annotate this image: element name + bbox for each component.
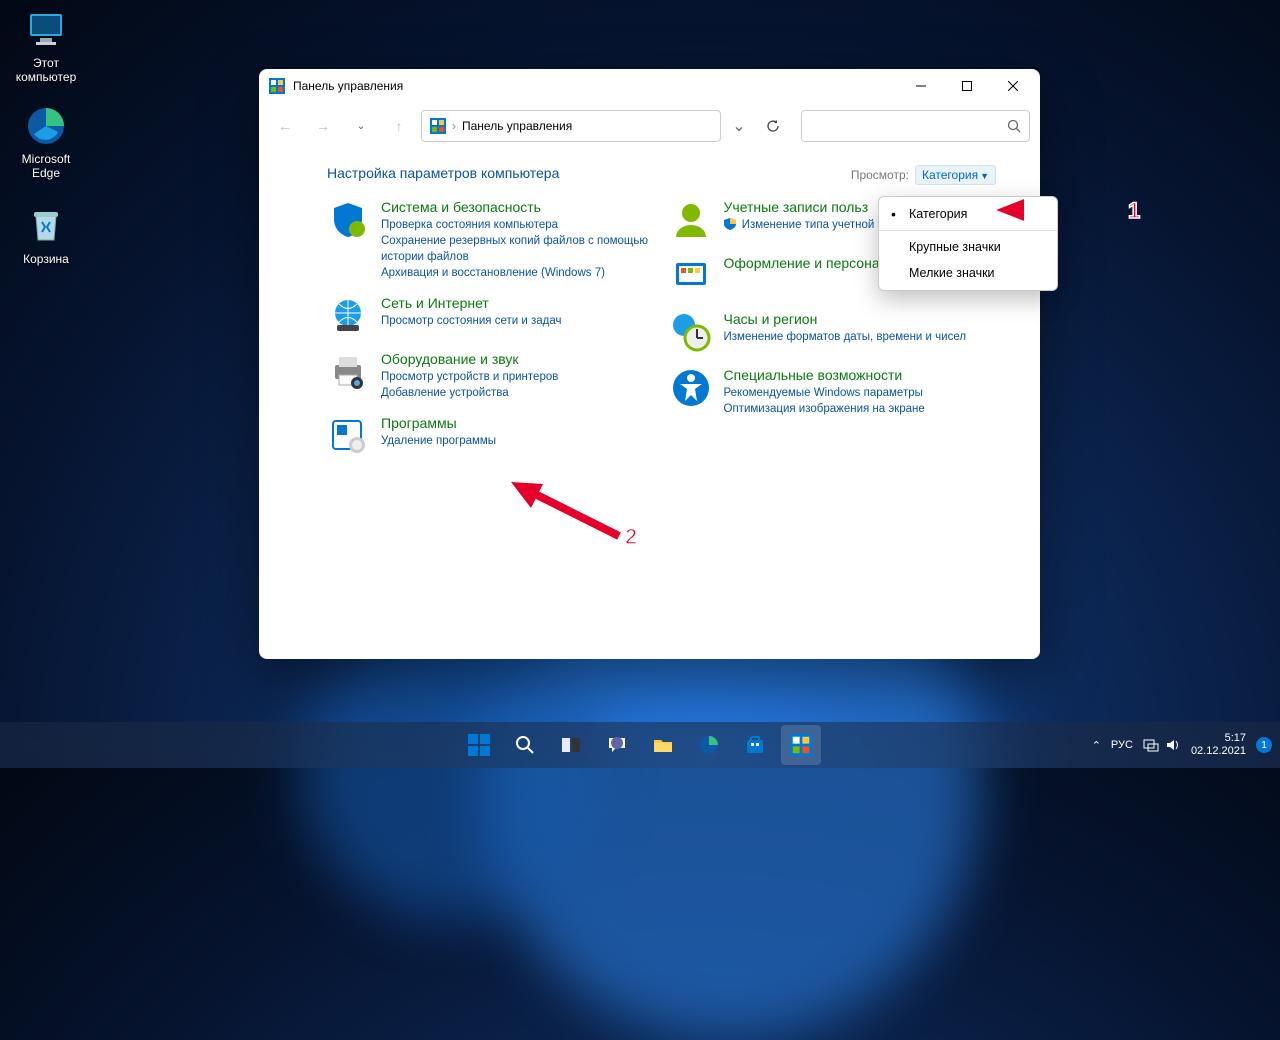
- desktop-icon-label: Microsoft Edge: [8, 152, 84, 180]
- taskbar-control-panel-button[interactable]: [781, 725, 821, 765]
- control-panel-window: Панель управления ← → ⌄ ↑ › Панель управ…: [259, 69, 1040, 659]
- control-panel-icon: [430, 118, 446, 134]
- network-icon: [1143, 737, 1159, 753]
- toolbar: ← → ⌄ ↑ › Панель управления ⌄: [259, 103, 1040, 149]
- annotation-badge-2: 2: [625, 524, 637, 550]
- category-title[interactable]: Сеть и Интернет: [381, 295, 561, 311]
- taskbar-search-button[interactable]: [505, 725, 545, 765]
- category-clock-region: Часы и регион Изменение форматов даты, в…: [670, 311, 993, 353]
- refresh-button[interactable]: [757, 110, 789, 142]
- clock-time: 5:17: [1191, 732, 1246, 745]
- view-dropdown-menu: Категория Крупные значки Мелкие значки: [878, 196, 1058, 291]
- category-link[interactable]: Архивация и восстановление (Windows 7): [381, 265, 650, 281]
- titlebar: Панель управления: [259, 69, 1040, 103]
- close-button[interactable]: [990, 70, 1036, 102]
- system-tray-network-sound[interactable]: [1143, 737, 1181, 753]
- category-link[interactable]: Добавление устройства: [381, 385, 558, 401]
- category-link[interactable]: Сохранение резервных копий файлов с помо…: [381, 233, 650, 265]
- start-button[interactable]: [459, 725, 499, 765]
- notification-badge[interactable]: 1: [1256, 737, 1272, 753]
- search-input[interactable]: [810, 119, 1007, 133]
- category-programs: Программы Удаление программы: [327, 415, 650, 457]
- category-hardware-sound: Оборудование и звук Просмотр устройств и…: [327, 351, 650, 401]
- clock-date: 02.12.2021: [1191, 745, 1246, 758]
- category-link[interactable]: Удаление программы: [381, 433, 496, 449]
- nav-up-button[interactable]: ↑: [383, 110, 415, 142]
- breadcrumb-item[interactable]: Панель управления: [462, 119, 572, 133]
- desktop-icon-recycle-bin[interactable]: Корзина: [8, 204, 84, 266]
- dropdown-separator: [879, 230, 1057, 231]
- search-icon: [1007, 119, 1021, 133]
- globe-icon: [327, 295, 369, 337]
- accessibility-icon: [670, 367, 712, 409]
- minimize-button[interactable]: [898, 70, 944, 102]
- desktop-icon-label: Этот компьютер: [8, 56, 84, 84]
- breadcrumb-separator: ›: [452, 119, 456, 133]
- chevron-down-icon: ▼: [980, 171, 989, 181]
- view-label: Просмотр:: [851, 168, 909, 182]
- category-title[interactable]: Система и безопасность: [381, 199, 650, 215]
- edge-icon: [24, 104, 68, 148]
- category-title[interactable]: Оборудование и звук: [381, 351, 558, 367]
- programs-icon: [327, 415, 369, 457]
- dropdown-item-small-icons[interactable]: Мелкие значки: [879, 260, 1057, 286]
- taskbar-edge-button[interactable]: [689, 725, 729, 765]
- category-link[interactable]: Изменение форматов даты, времени и чисел: [724, 329, 967, 345]
- nav-forward-button[interactable]: →: [307, 110, 339, 142]
- category-network: Сеть и Интернет Просмотр состояния сети …: [327, 295, 650, 337]
- address-bar[interactable]: › Панель управления: [421, 110, 721, 142]
- taskbar-center: [459, 725, 821, 765]
- category-link[interactable]: Просмотр устройств и принтеров: [381, 369, 558, 385]
- desktop-icon-edge[interactable]: Microsoft Edge: [8, 104, 84, 180]
- category-title[interactable]: Специальные возможности: [724, 367, 925, 383]
- category-link[interactable]: Оптимизация изображения на экране: [724, 401, 925, 417]
- recycle-bin-icon: [24, 204, 68, 248]
- category-link[interactable]: Проверка состояния компьютера: [381, 217, 650, 233]
- desktop-icon-this-pc[interactable]: Этот компьютер: [8, 8, 84, 84]
- control-panel-icon: [269, 78, 285, 94]
- category-link[interactable]: Просмотр состояния сети и задач: [381, 313, 561, 329]
- view-dropdown-button[interactable]: Категория▼: [915, 165, 996, 185]
- category-title[interactable]: Программы: [381, 415, 496, 431]
- view-selector: Просмотр: Категория▼: [851, 165, 996, 185]
- task-view-button[interactable]: [551, 725, 591, 765]
- taskbar-store-button[interactable]: [735, 725, 775, 765]
- taskbar-explorer-button[interactable]: [643, 725, 683, 765]
- appearance-icon: [670, 255, 712, 297]
- taskbar: ⌃ РУС 5:17 02.12.2021 1: [0, 722, 1280, 768]
- category-link[interactable]: Рекомендуемые Windows параметры: [724, 385, 925, 401]
- maximize-button[interactable]: [944, 70, 990, 102]
- nav-history-button[interactable]: ⌄: [345, 110, 377, 142]
- taskbar-chat-button[interactable]: [597, 725, 637, 765]
- desktop-icon-label: Корзина: [8, 252, 84, 266]
- category-system-security: Система и безопасность Проверка состояни…: [327, 199, 650, 281]
- category-link[interactable]: Изменение типа учетной за: [724, 217, 890, 233]
- monitor-icon: [24, 8, 68, 52]
- tray-overflow-button[interactable]: ⌃: [1092, 739, 1101, 752]
- language-indicator[interactable]: РУС: [1111, 739, 1133, 751]
- nav-back-button[interactable]: ←: [269, 110, 301, 142]
- uac-shield-icon: [724, 218, 736, 230]
- taskbar-clock[interactable]: 5:17 02.12.2021: [1191, 732, 1246, 758]
- window-title: Панель управления: [293, 79, 403, 93]
- user-icon: [670, 199, 712, 241]
- category-title[interactable]: Учетные записи польз: [724, 199, 890, 215]
- search-box[interactable]: [801, 110, 1030, 142]
- category-title[interactable]: Часы и регион: [724, 311, 967, 327]
- shield-icon: [327, 199, 369, 241]
- dropdown-item-category[interactable]: Категория: [879, 201, 1057, 227]
- category-accessibility: Специальные возможности Рекомендуемые Wi…: [670, 367, 993, 417]
- dropdown-item-large-icons[interactable]: Крупные значки: [879, 234, 1057, 260]
- sound-icon: [1165, 737, 1181, 753]
- printer-icon: [327, 351, 369, 393]
- clock-icon: [670, 311, 712, 353]
- annotation-badge-1: 1: [1128, 198, 1140, 224]
- address-dropdown-button[interactable]: ⌄: [727, 110, 751, 142]
- taskbar-tray: ⌃ РУС 5:17 02.12.2021 1: [1092, 732, 1272, 758]
